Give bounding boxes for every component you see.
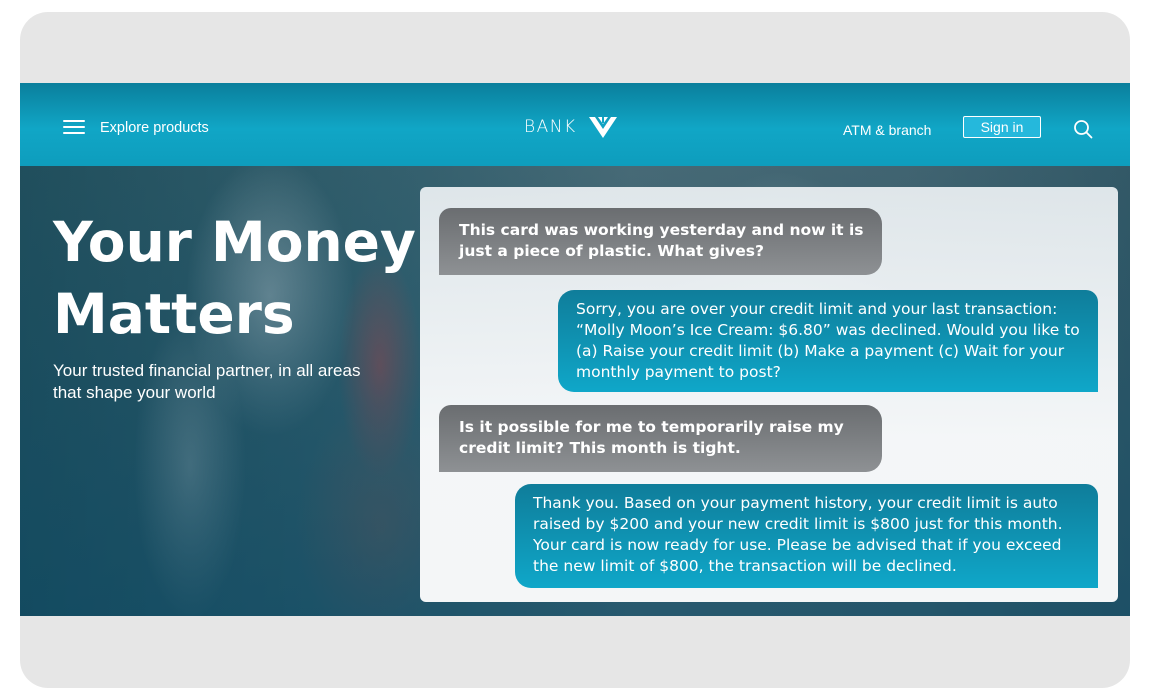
sign-in-button[interactable]: Sign in	[963, 116, 1041, 138]
chat-message-user: Is it possible for me to temporarily rai…	[439, 405, 882, 472]
explore-products-link[interactable]: Explore products	[100, 120, 209, 136]
screenshot-frame: Explore products BANK ATM & branch Sign …	[20, 12, 1130, 688]
hero-subline: Your trusted financial partner, in all a…	[53, 361, 361, 402]
chat-message-user: This card was working yesterday and now …	[439, 208, 882, 275]
chat-message-bot: Sorry, you are over your credit limit an…	[558, 290, 1098, 392]
chat-conversation-panel: This card was working yesterday and now …	[420, 187, 1118, 602]
chat-message-bot: Thank you. Based on your payment history…	[515, 484, 1098, 588]
brand-name: BANK	[524, 117, 577, 137]
atm-branch-link[interactable]: ATM & branch	[843, 122, 931, 138]
bank-logo-icon	[588, 117, 617, 138]
search-icon[interactable]	[1073, 119, 1093, 139]
hero-banner: Your Money Matters Your trusted financia…	[20, 166, 1130, 616]
bank-website: Explore products BANK ATM & branch Sign …	[20, 83, 1130, 616]
hero-headline: Your Money Matters	[53, 210, 416, 346]
bank-brand-logo[interactable]: BANK	[524, 113, 619, 141]
hamburger-menu-icon[interactable]	[63, 120, 85, 134]
top-navigation-bar: Explore products BANK ATM & branch Sign …	[20, 83, 1130, 166]
